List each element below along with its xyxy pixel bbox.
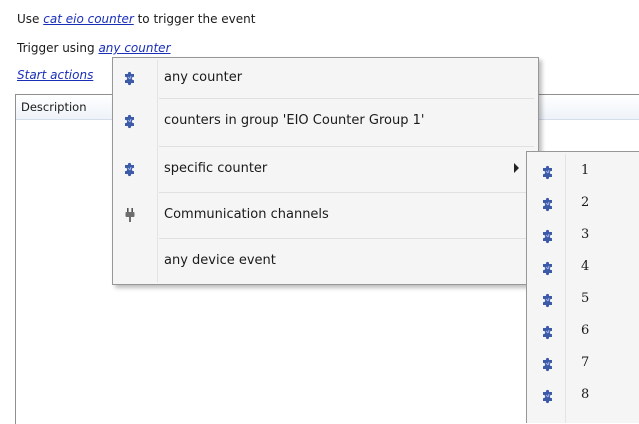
menu-separator bbox=[159, 192, 534, 193]
submenu-item-label: 4 bbox=[581, 259, 590, 274]
submenu-item-label: 8 bbox=[581, 387, 590, 402]
submenu-item-counter-3[interactable]: 3 bbox=[529, 220, 639, 252]
trigger-source-line: Use cat eio counter to trigger the event bbox=[17, 12, 255, 26]
menu-item-label: any counter bbox=[164, 70, 243, 85]
start-actions-link[interactable]: Start actions bbox=[17, 68, 93, 82]
source-link[interactable]: cat eio counter bbox=[43, 12, 134, 26]
trigger-using-line: Trigger using any counter bbox=[17, 41, 171, 55]
menu-item-any-counter[interactable]: any counter bbox=[115, 60, 536, 96]
puzzle-icon bbox=[122, 70, 138, 86]
line1-suffix: to trigger the event bbox=[137, 12, 256, 26]
submenu-item-label: 5 bbox=[581, 291, 590, 306]
line2-prefix: Trigger using bbox=[17, 41, 95, 55]
submenu-item-counter-5[interactable]: 5 bbox=[529, 284, 639, 316]
trigger-context-menu: any counter counters in group 'EIO Count… bbox=[112, 57, 539, 285]
menu-item-specific-counter[interactable]: specific counter bbox=[115, 151, 536, 187]
plug-icon bbox=[122, 207, 138, 223]
puzzle-icon bbox=[540, 324, 556, 340]
puzzle-icon bbox=[540, 164, 556, 180]
menu-item-counters-in-group[interactable]: counters in group 'EIO Counter Group 1' bbox=[115, 103, 536, 139]
submenu-item-counter-2[interactable]: 2 bbox=[529, 188, 639, 220]
menu-item-any-device-event[interactable]: any device event bbox=[115, 243, 536, 279]
puzzle-icon bbox=[540, 260, 556, 276]
trigger-using-link[interactable]: any counter bbox=[98, 41, 170, 55]
specific-counter-submenu: 1 2 3 4 5 6 7 8 bbox=[526, 151, 639, 423]
menu-separator bbox=[159, 238, 534, 239]
puzzle-icon bbox=[540, 228, 556, 244]
menu-item-label: specific counter bbox=[164, 161, 268, 176]
menu-item-label: any device event bbox=[164, 253, 276, 268]
menu-item-communication-channels[interactable]: Communication channels bbox=[115, 197, 536, 233]
submenu-item-label: 2 bbox=[581, 195, 590, 210]
column-header-description[interactable]: Description bbox=[21, 100, 87, 114]
submenu-item-label: 6 bbox=[581, 323, 590, 338]
submenu-item-label: 3 bbox=[581, 227, 590, 242]
submenu-item-counter-8[interactable]: 8 bbox=[529, 380, 639, 412]
submenu-item-label: 7 bbox=[581, 355, 590, 370]
line1-prefix: Use bbox=[17, 12, 40, 26]
menu-separator bbox=[159, 98, 534, 99]
puzzle-icon bbox=[122, 161, 138, 177]
submenu-item-counter-6[interactable]: 6 bbox=[529, 316, 639, 348]
puzzle-icon bbox=[122, 113, 138, 129]
menu-item-label: counters in group 'EIO Counter Group 1' bbox=[164, 113, 425, 128]
submenu-item-counter-4[interactable]: 4 bbox=[529, 252, 639, 284]
menu-item-label: Communication channels bbox=[164, 207, 329, 222]
start-actions-line: Start actions bbox=[17, 68, 127, 82]
puzzle-icon bbox=[540, 196, 556, 212]
submenu-item-label: 1 bbox=[581, 163, 590, 178]
submenu-arrow-icon bbox=[514, 163, 519, 173]
puzzle-icon bbox=[540, 388, 556, 404]
submenu-item-counter-1[interactable]: 1 bbox=[529, 156, 639, 188]
menu-separator bbox=[159, 146, 534, 147]
submenu-item-counter-7[interactable]: 7 bbox=[529, 348, 639, 380]
puzzle-icon bbox=[540, 292, 556, 308]
puzzle-icon bbox=[540, 356, 556, 372]
